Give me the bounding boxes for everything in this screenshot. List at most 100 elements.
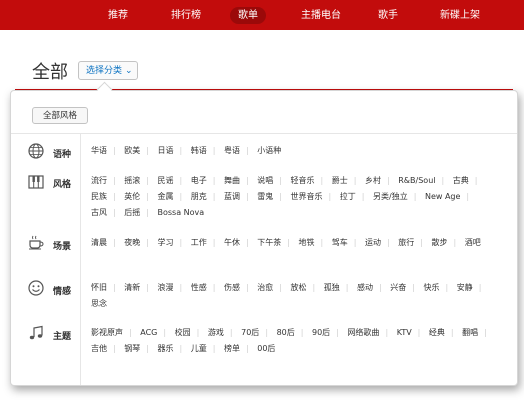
category-dropdown-panel: 全部风格 语种 华语 欧美 日语 韩语 粤语 小语种 风格 流行 摇滚 民谣 电… <box>10 90 518 386</box>
tag-link[interactable]: 日语 <box>158 146 189 155</box>
category-label-style: 风格 <box>53 180 72 190</box>
tag-link[interactable]: ACG <box>140 328 172 337</box>
tag-link[interactable]: 榜单 <box>224 344 255 353</box>
tag-link[interactable]: 夜晚 <box>124 238 155 247</box>
tag-list-theme: 影视原声 ACG 校园 游戏 70后 80后 90后 网络歌曲 KTV 经典 翻… <box>91 325 503 357</box>
tag-link[interactable]: 乡村 <box>365 176 396 185</box>
nav-item-charts[interactable]: 排行榜 <box>171 7 201 24</box>
category-label-scene: 场景 <box>53 242 72 252</box>
tag-link[interactable]: 古风 <box>91 208 122 217</box>
tag-link[interactable]: 民谣 <box>158 176 189 185</box>
tag-link[interactable]: 清晨 <box>91 238 122 247</box>
all-styles-button[interactable]: 全部风格 <box>32 107 88 124</box>
tag-list-language: 华语 欧美 日语 韩语 粤语 小语种 <box>91 143 503 159</box>
tag-link[interactable]: 金属 <box>158 192 189 201</box>
tag-link[interactable]: 校园 <box>175 328 206 337</box>
tag-link[interactable]: 治愈 <box>257 283 288 292</box>
tag-link[interactable]: 摇滚 <box>124 176 155 185</box>
tag-link[interactable]: Bossa Nova <box>158 208 205 217</box>
tag-link[interactable]: 流行 <box>91 176 122 185</box>
select-category-label: 选择分类 <box>86 66 123 76</box>
tag-list-emotion: 怀旧 清新 浪漫 性感 伤感 治愈 放松 孤独 感动 兴奋 快乐 安静 思念 <box>91 280 503 312</box>
tag-link[interactable]: 拉丁 <box>340 192 371 201</box>
coffee-icon <box>28 234 44 250</box>
tag-link[interactable]: 驾车 <box>332 238 363 247</box>
page-title: 全部 <box>32 62 68 83</box>
tag-link[interactable]: 说唱 <box>257 176 288 185</box>
tag-link[interactable]: 学习 <box>158 238 189 247</box>
tag-link[interactable]: 英伦 <box>124 192 155 201</box>
tag-link[interactable]: 韩语 <box>191 146 222 155</box>
tag-link[interactable]: R&B/Soul <box>398 176 450 185</box>
tag-link[interactable]: 清新 <box>124 283 155 292</box>
tag-link[interactable]: 另类/独立 <box>373 192 422 201</box>
tag-list-scene: 清晨 夜晚 学习 工作 午休 下午茶 地铁 驾车 运动 旅行 散步 酒吧 <box>91 235 503 251</box>
tag-link[interactable]: 影视原声 <box>91 328 138 337</box>
tag-link[interactable]: 世界音乐 <box>291 192 338 201</box>
tag-link[interactable]: 旅行 <box>398 238 429 247</box>
tag-link[interactable]: 思念 <box>91 299 107 308</box>
tag-link[interactable]: 浪漫 <box>158 283 189 292</box>
nav-item-new-albums[interactable]: 新碟上架 <box>440 7 480 24</box>
tag-link[interactable]: 网络歌曲 <box>347 328 394 337</box>
tag-link[interactable]: 器乐 <box>158 344 189 353</box>
nav-item-recommend[interactable]: 推荐 <box>108 7 128 24</box>
tag-link[interactable]: 80后 <box>277 328 310 337</box>
tag-link[interactable]: 放松 <box>291 283 322 292</box>
tag-link[interactable]: 爵士 <box>332 176 363 185</box>
tag-link[interactable]: 轻音乐 <box>291 176 330 185</box>
tag-link[interactable]: 安静 <box>457 283 488 292</box>
tag-link[interactable]: 钢琴 <box>124 344 155 353</box>
tag-link[interactable]: 后摇 <box>124 208 155 217</box>
tag-link[interactable]: 午休 <box>224 238 255 247</box>
tag-link[interactable]: 感动 <box>357 283 388 292</box>
tag-link[interactable]: 翻唱 <box>462 328 493 337</box>
tag-link[interactable]: 欧美 <box>124 146 155 155</box>
tag-link[interactable]: 小语种 <box>257 146 281 155</box>
tag-link[interactable]: 孤独 <box>324 283 355 292</box>
globe-icon <box>28 143 44 159</box>
nav-item-radio[interactable]: 主播电台 <box>301 7 341 24</box>
tag-link[interactable]: 酒吧 <box>465 238 481 247</box>
tag-link[interactable]: 地铁 <box>299 238 330 247</box>
tag-link[interactable]: 伤感 <box>224 283 255 292</box>
tag-link[interactable]: New Age <box>425 192 475 201</box>
tag-link[interactable]: 民族 <box>91 192 122 201</box>
tag-link[interactable]: 性感 <box>191 283 222 292</box>
tag-link[interactable]: 运动 <box>365 238 396 247</box>
panel-divider <box>11 133 517 134</box>
tag-link[interactable]: 兴奋 <box>390 283 421 292</box>
tag-link[interactable]: 70后 <box>241 328 274 337</box>
tag-link[interactable]: 散步 <box>432 238 463 247</box>
tag-link[interactable]: 经典 <box>429 328 460 337</box>
tag-link[interactable]: 90后 <box>312 328 345 337</box>
tag-link[interactable]: 快乐 <box>424 283 455 292</box>
category-label-theme: 主题 <box>53 332 72 342</box>
tag-link[interactable]: KTV <box>397 328 427 337</box>
smiley-icon <box>28 280 44 296</box>
nav-item-artists[interactable]: 歌手 <box>378 7 398 24</box>
tag-link[interactable]: 雷鬼 <box>257 192 288 201</box>
tag-link[interactable]: 蓝调 <box>224 192 255 201</box>
chevron-down-icon: ⌄ <box>125 66 133 76</box>
tag-link[interactable]: 华语 <box>91 146 122 155</box>
tag-link[interactable]: 吉他 <box>91 344 122 353</box>
category-column-divider <box>80 134 81 385</box>
tag-link[interactable]: 下午茶 <box>257 238 296 247</box>
nav-item-playlists[interactable]: 歌单 <box>230 7 266 24</box>
tag-list-style: 流行 摇滚 民谣 电子 舞曲 说唱 轻音乐 爵士 乡村 R&B/Soul 古典 … <box>91 173 503 221</box>
tag-link[interactable]: 儿童 <box>191 344 222 353</box>
tag-link[interactable]: 粤语 <box>224 146 255 155</box>
tag-link[interactable]: 古典 <box>453 176 484 185</box>
category-label-language: 语种 <box>53 150 72 160</box>
tag-link[interactable]: 怀旧 <box>91 283 122 292</box>
tag-link[interactable]: 游戏 <box>208 328 239 337</box>
category-label-emotion: 情感 <box>53 287 72 297</box>
tag-link[interactable]: 电子 <box>191 176 222 185</box>
tag-link[interactable]: 朋克 <box>191 192 222 201</box>
tag-link[interactable]: 舞曲 <box>224 176 255 185</box>
tag-link[interactable]: 00后 <box>257 344 275 353</box>
piano-icon <box>28 174 44 190</box>
tag-link[interactable]: 工作 <box>191 238 222 247</box>
select-category-button[interactable]: 选择分类 ⌄ <box>78 61 138 80</box>
